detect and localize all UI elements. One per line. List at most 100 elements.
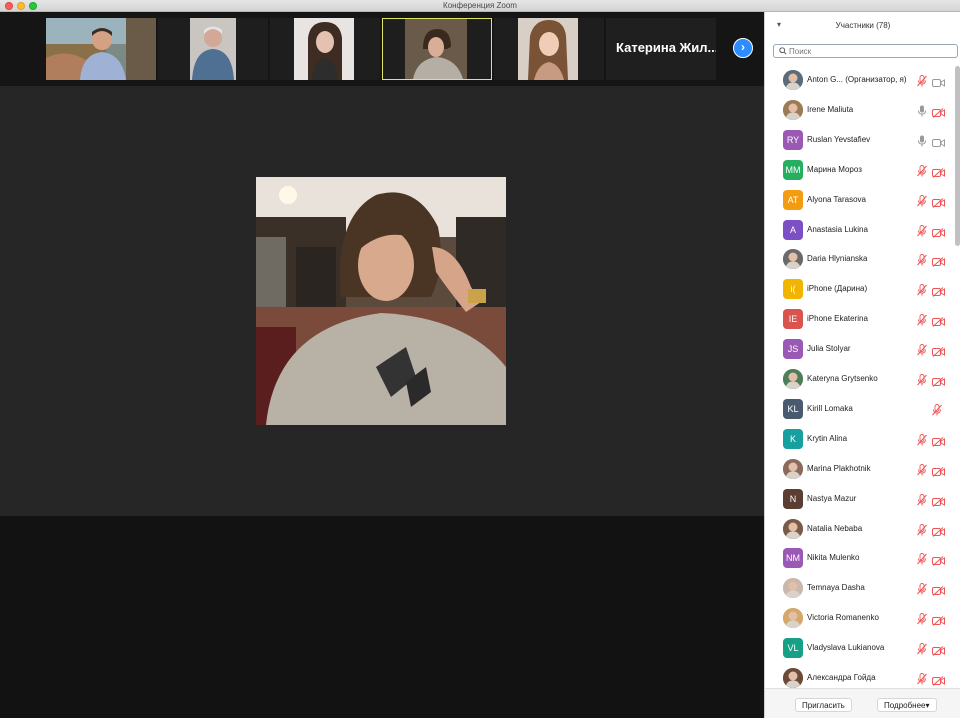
participant-row[interactable]: Kateryna Grytsenko: [765, 365, 955, 395]
participant-name: Natalia Nebaba: [807, 523, 863, 533]
participant-name: Temnaya Dasha: [807, 583, 865, 593]
mic-muted-icon: [917, 313, 927, 326]
participant-row[interactable]: Temnaya Dasha: [765, 574, 955, 604]
mic-muted-icon: [917, 612, 927, 625]
participant-avatar: [783, 668, 803, 688]
participant-row[interactable]: Daria Hlynianska: [765, 245, 955, 275]
participant-name: Anton G... (Организатор, я): [807, 75, 907, 84]
mic-muted-icon: [917, 164, 927, 177]
camera-icon: [932, 75, 945, 87]
participant-avatar: [783, 608, 803, 629]
participant-avatar: [783, 369, 803, 389]
participant-row[interactable]: Александра Гойда: [765, 664, 955, 688]
participant-row[interactable]: A Anastasia Lukina: [765, 216, 955, 246]
participants-footer: Пригласить Подробнее▾: [765, 688, 960, 718]
participant-name: Nastya Mazur: [807, 493, 857, 503]
participant-name: Julia Stolyar: [807, 344, 851, 354]
camera-off-icon: [932, 434, 945, 447]
participant-row[interactable]: JS Julia Stolyar: [765, 335, 955, 365]
title-bar: Конференция Zoom: [0, 0, 960, 12]
more-button[interactable]: Подробнее▾: [877, 698, 937, 712]
participant-name: Vladyslava Lukianova: [807, 643, 885, 653]
participants-scrollbar[interactable]: [955, 66, 960, 246]
participant-row[interactable]: NM Nikita Mulenko: [765, 544, 955, 574]
camera-off-icon: [932, 374, 945, 387]
more-label: Подробнее: [884, 701, 926, 710]
video-thumbnail-6-name-only[interactable]: Катерина Жил...: [606, 18, 716, 80]
video-thumbnail-5[interactable]: [494, 18, 604, 80]
participant-avatar: RY: [783, 129, 803, 150]
next-page-button[interactable]: ›: [733, 38, 753, 58]
mic-muted-icon: [917, 552, 927, 565]
camera-icon: [932, 135, 945, 147]
mic-muted-icon: [917, 224, 927, 236]
participant-name: iPhone (Дарина): [807, 284, 868, 294]
participants-title: Участники (78): [835, 21, 891, 30]
participants-panel: ▾ Участники (78) Anton G... (Организатор…: [764, 12, 960, 718]
participant-name: iPhone Ekaterina: [807, 314, 868, 324]
participant-row[interactable]: Marina Plakhotnik: [765, 455, 955, 485]
video-thumbnail-2[interactable]: [158, 18, 268, 80]
video-thumbnail-1[interactable]: [46, 18, 156, 80]
participants-list: Anton G... (Организатор, я) Irene Maliuta…: [765, 66, 955, 688]
camera-off-icon: [932, 643, 945, 656]
participant-name: Alyona Tarasova: [807, 194, 866, 204]
mic-muted-icon: [917, 373, 927, 386]
participant-row[interactable]: Irene Maliuta: [765, 96, 955, 126]
participant-avatar: KL: [783, 398, 803, 419]
participant-row[interactable]: Natalia Nebaba: [765, 515, 955, 545]
participant-avatar: ММ: [783, 159, 803, 180]
participant-row[interactable]: AT Alyona Tarasova: [765, 186, 955, 216]
camera-off-icon: [932, 464, 945, 477]
video-thumbnail-3[interactable]: [270, 18, 380, 80]
mic-muted-icon: [932, 403, 942, 416]
participant-avatar: [783, 458, 803, 479]
participant-row[interactable]: RY Ruslan Yevstafiev: [765, 126, 955, 156]
participant-name: Марина Мороз: [807, 164, 862, 174]
chevron-down-icon: ▾: [925, 701, 930, 710]
participant-name: Marina Plakhotnik: [807, 463, 871, 473]
participant-row[interactable]: i(iPhone (Дарина): [765, 275, 955, 305]
camera-off-icon: [932, 165, 945, 178]
participant-video: [383, 19, 491, 79]
mic-muted-icon: [917, 343, 927, 356]
participant-row[interactable]: K Krytin Alina: [765, 425, 955, 455]
participant-row[interactable]: N Nastya Mazur: [765, 485, 955, 515]
mic-muted-icon: [917, 642, 927, 655]
participant-avatar: IE: [783, 309, 803, 330]
mic-icon: [917, 104, 927, 117]
camera-off-icon: [932, 524, 945, 537]
mic-muted-icon: [917, 582, 927, 595]
search-input[interactable]: [789, 46, 949, 57]
zoom-window: Конференция Zoom Катерина Жил... › ▾ Уча…: [0, 0, 960, 718]
camera-off-icon: [932, 613, 945, 627]
participant-row[interactable]: KL Kirill Lomaka: [765, 395, 955, 425]
camera-off-icon: [932, 314, 945, 328]
invite-button[interactable]: Пригласить: [795, 698, 852, 712]
search-box[interactable]: [773, 44, 958, 58]
mic-muted-icon: [917, 672, 927, 685]
camera-off-icon: [932, 195, 945, 208]
participant-row[interactable]: Anton G... (Организатор, я): [765, 66, 955, 96]
camera-off-icon: [932, 553, 945, 567]
participant-avatar: AT: [783, 189, 803, 210]
participant-name-tile: Катерина Жил...: [616, 40, 716, 55]
participant-video: [158, 18, 268, 80]
camera-off-icon: [932, 583, 945, 597]
participant-name: Daria Hlynianska: [807, 254, 868, 264]
camera-off-icon: [932, 284, 945, 298]
search-icon: [779, 47, 787, 55]
participant-avatar: [783, 70, 803, 90]
participant-name: Kirill Lomaka: [807, 403, 853, 413]
participant-row[interactable]: ММ Марина Мороз: [765, 156, 955, 186]
mic-icon: [917, 134, 927, 147]
mic-muted-icon: [917, 253, 927, 266]
video-thumbnail-4-active-speaker[interactable]: [382, 18, 492, 80]
participant-video: [494, 18, 604, 80]
participant-avatar: [783, 99, 803, 120]
participant-row[interactable]: Victoria Romanenko: [765, 604, 955, 634]
participant-row[interactable]: IE iPhone Ekaterina: [765, 305, 955, 335]
camera-off-icon: [932, 494, 945, 507]
participant-row[interactable]: VL Vladyslava Lukianova: [765, 634, 955, 664]
camera-off-icon: [932, 225, 945, 238]
